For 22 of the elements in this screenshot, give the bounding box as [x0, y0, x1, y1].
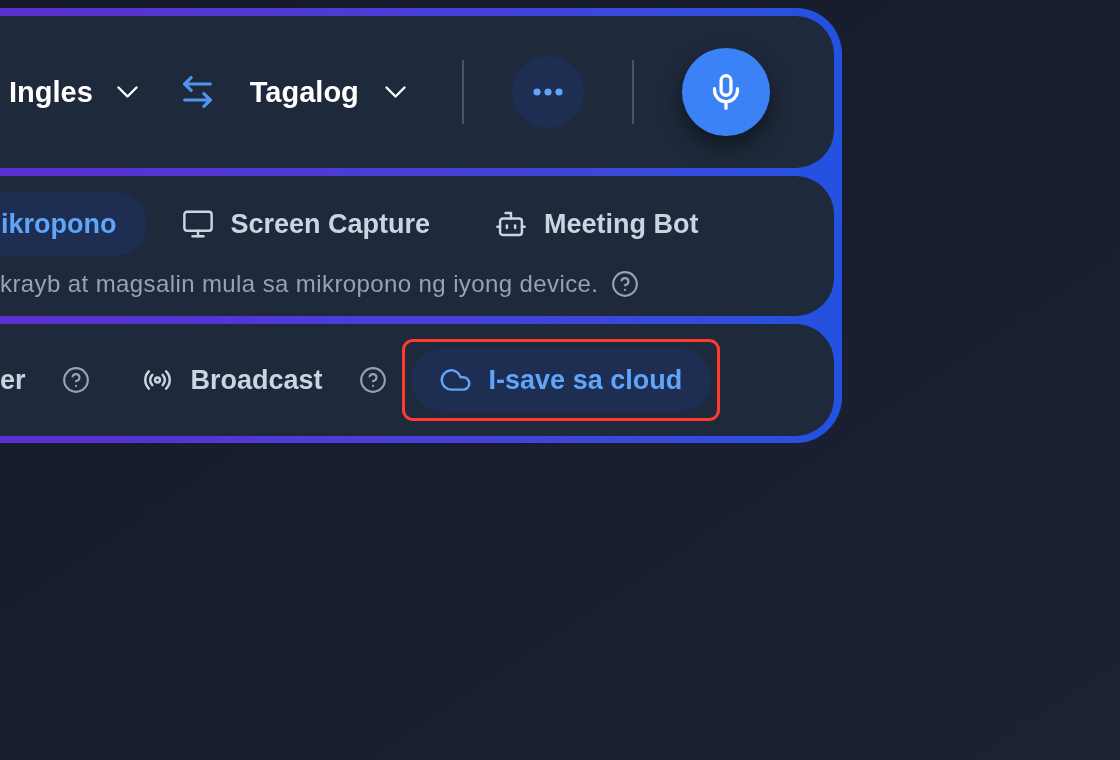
swap-languages-button[interactable] — [181, 76, 213, 108]
robot-icon — [496, 210, 527, 238]
help-icon[interactable] — [612, 271, 639, 297]
output-option[interactable]: Broadcast — [141, 366, 323, 394]
input-source-tab[interactable]: Screen Capture — [152, 192, 461, 256]
save-to-cloud-button[interactable]: I-save sa cloud — [410, 348, 712, 412]
broadcast-icon — [141, 369, 173, 391]
help-icon[interactable] — [359, 367, 386, 393]
cloud-icon — [439, 369, 471, 391]
ellipsis-icon — [532, 88, 563, 96]
target-language-dropdown[interactable]: Tagalog — [249, 77, 406, 107]
source-language-dropdown[interactable]: Ingles — [9, 77, 138, 107]
help-icon[interactable] — [62, 367, 89, 393]
chevron-down-icon — [384, 86, 406, 98]
source-description: krayb at magsalin mula sa mikropono ng iyong device. — [0, 270, 599, 298]
swap-arrows-icon — [181, 76, 213, 108]
monitor-icon — [182, 210, 213, 238]
input-source-tab[interactable]: ikropono — [0, 192, 147, 256]
microphone-icon — [710, 74, 741, 110]
chevron-down-icon — [116, 86, 138, 98]
input-source-tab[interactable]: Meeting Bot — [466, 192, 729, 256]
output-option[interactable]: er — [0, 366, 26, 394]
